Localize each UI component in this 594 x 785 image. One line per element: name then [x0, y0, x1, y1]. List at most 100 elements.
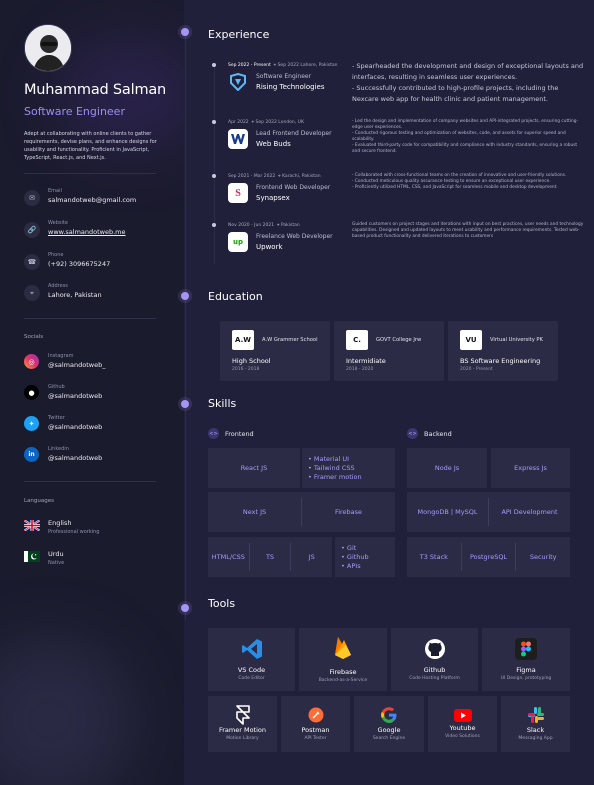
education-card: A.W A.W Grammer School High School 2016 … [220, 321, 330, 381]
experience-location: Pakistan [280, 223, 300, 228]
experience-company: Upwork [256, 243, 283, 251]
profile-name: Muhammad Salman [24, 82, 167, 98]
skill-label: API Development [501, 508, 558, 516]
education-card: C. GOVT College Jrw Intermidiate 2018 - … [334, 321, 444, 381]
social-value: @salmandotweb [48, 392, 103, 400]
social-value: @salmandotweb [48, 423, 103, 431]
twitter-icon: ✦ [24, 416, 39, 431]
tool-subtitle: Messaging App [518, 736, 553, 741]
tool-card-slack: Slack Messaging App [501, 696, 570, 752]
tool-name: Github [423, 666, 446, 674]
tool-card-youtube: Youtube Video Solutions [428, 696, 497, 752]
vscode-icon [241, 638, 263, 660]
experience-period: Apr 2022 [228, 120, 249, 125]
phone-icon: ☎ [24, 254, 40, 270]
synapsex-logo-icon: S [228, 183, 248, 203]
tool-name: Youtube [449, 724, 476, 732]
section-timeline [185, 30, 186, 620]
avatar [24, 24, 72, 72]
school-logo: A.W [232, 330, 254, 350]
experience-title: Freelance Web Developer [256, 233, 333, 240]
social-twitter[interactable]: ✦ Twitter @salmandotweb [24, 415, 102, 432]
experience-period: Nov 2020 - Jun 2021 [228, 223, 275, 228]
skill-label: Git [341, 544, 369, 553]
sidebar: Muhammad Salman Software Engineer Adept … [0, 0, 184, 785]
experience-company: Synapsex [256, 194, 290, 202]
skill-list: Material UI Tailwind CSS Framer motion [302, 455, 362, 482]
frontend-heading: <> Frontend [208, 428, 254, 439]
social-instagram[interactable]: ◎ Instagram @salmandotweb_ [24, 353, 105, 370]
skill-tile: Material UI Tailwind CSS Framer motion [302, 448, 395, 488]
postman-icon [305, 704, 327, 726]
contact-phone[interactable]: ☎ Phone (+92) 3096675247 [24, 252, 110, 270]
social-label: Linkedin [48, 446, 69, 452]
experience-title: Frontend Web Developer [256, 184, 331, 191]
contact-email[interactable]: ✉ Email salmandotweb@gmail.com [24, 188, 136, 206]
education-years: 2018 - 2020 [346, 367, 374, 372]
github-icon: ● [24, 385, 39, 400]
skill-group-label: Frontend [225, 429, 254, 438]
contact-label: Email [48, 188, 62, 194]
experience-location: Karachi, Pakistan [282, 174, 321, 179]
figma-icon [515, 638, 537, 660]
tool-name: Figma [516, 666, 536, 674]
experience-location: Sep 2022 London, UK [255, 120, 304, 125]
skill-label: HTML/CSS [211, 553, 245, 561]
socials-heading: Socials [24, 334, 44, 340]
social-label: Twitter [48, 415, 65, 421]
skill-label: Tailwind CSS [308, 464, 362, 473]
experience-dot [212, 120, 216, 124]
experience-item: Sep 2021 - Mar 2022 ⌖ Karachi, Pakistan … [212, 173, 582, 223]
skill-list: Git Github APIs [335, 544, 369, 571]
google-icon [378, 704, 400, 726]
youtube-icon [452, 704, 474, 726]
timeline-dot [181, 292, 189, 300]
skill-label: PostgreSQL [469, 553, 508, 561]
instagram-icon: ◎ [24, 354, 39, 369]
tool-card-figma: Figma UI Design, prototyping [482, 628, 570, 691]
languages-heading: Languages [24, 498, 55, 504]
language-english: English Professional working [24, 518, 99, 536]
education-title: Education [208, 290, 263, 303]
tool-subtitle: Code Editor [238, 676, 265, 681]
skill-label: JS [308, 553, 315, 561]
skill-group-label: Backend [424, 429, 452, 438]
skill-label: TS [265, 553, 275, 561]
code-icon: <> [407, 428, 418, 439]
experience-period: Sep 2021 - Mar 2022 [228, 174, 276, 179]
experience-title: Lead Frontend Developer [256, 130, 332, 137]
contact-value[interactable]: www.salmandotweb.me [48, 227, 126, 237]
location-icon: ⌖ [24, 285, 40, 301]
skill-tile: HTML/CSS TS JS [208, 537, 332, 577]
social-github[interactable]: ● Github @salmandotweb [24, 384, 102, 401]
language-name: English [48, 519, 72, 527]
education-years: 2020 - Present [460, 367, 493, 372]
skill-tile: MongoDB | MySQL API Development [407, 492, 570, 532]
skill-label: APIs [341, 562, 369, 571]
skill-label: Firebase [334, 508, 363, 516]
institution-name: Virtual University PK [490, 337, 543, 343]
social-value: @salmandotweb_ [48, 361, 106, 369]
skill-tile: Next JS Firebase [208, 492, 395, 532]
tool-subtitle: UI Design, prototyping [500, 676, 552, 681]
upwork-logo-icon: up [228, 232, 248, 252]
tool-name: Google [377, 726, 401, 734]
social-label: Instagram [48, 353, 74, 359]
social-linkedin[interactable]: in Linkedin @salmandotweb [24, 446, 102, 463]
social-value: @salmandotweb [48, 454, 103, 462]
tool-subtitle: Motion Library [226, 736, 259, 741]
contact-website[interactable]: 🔗 Website www.salmandotweb.me [24, 220, 126, 238]
tool-subtitle: Video Solutions [445, 734, 480, 739]
skills-title: Skills [208, 397, 237, 410]
language-urdu: Urdu Native [24, 549, 64, 567]
experience-title: Experience [208, 28, 270, 41]
experience-meta: Sep 2021 - Mar 2022 ⌖ Karachi, Pakistan [228, 174, 321, 179]
experience-description: - Spearheaded the development and design… [352, 62, 584, 103]
code-icon: <> [208, 428, 219, 439]
language-level: Professional working [48, 529, 100, 535]
experience-meta: Nov 2020 - Jun 2021 ⌖ Pakistan [228, 223, 300, 228]
tool-subtitle: Code Hosting Platform [409, 676, 460, 681]
skill-tile: T3 Stack PostgreSQL Security [407, 537, 570, 577]
skill-label: Security [529, 553, 557, 561]
contact-label: Phone [48, 252, 64, 258]
